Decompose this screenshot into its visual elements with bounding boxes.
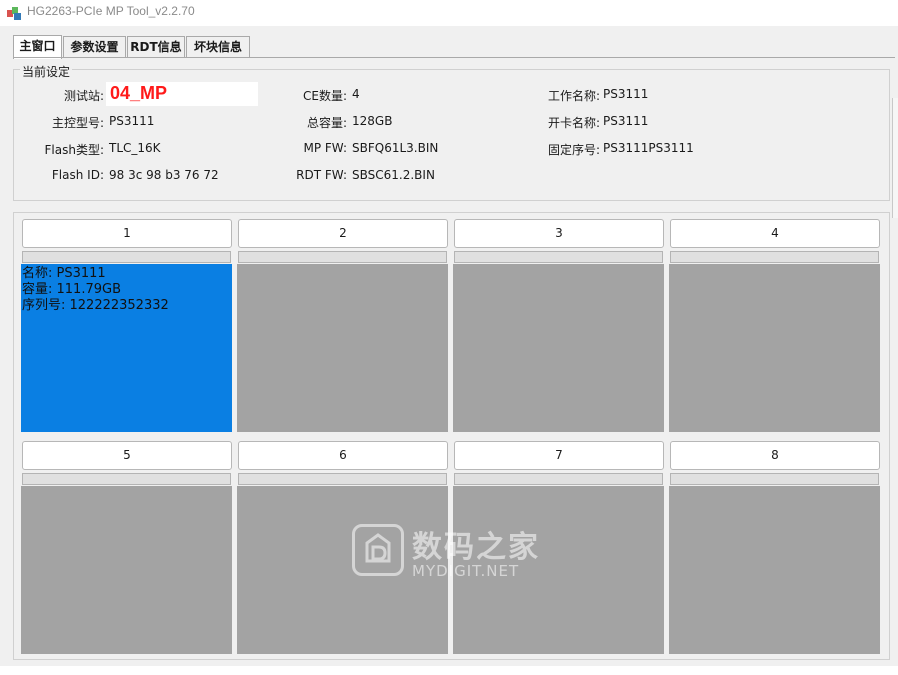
port-7-status-panel[interactable] — [453, 486, 664, 654]
port-6-button[interactable]: 6 — [238, 441, 448, 470]
current-settings-title: 当前设定 — [20, 63, 73, 80]
fixed-serial-value: PS3111PS3111 — [603, 141, 694, 155]
port-6-status-panel[interactable] — [237, 486, 448, 654]
port-1-device-name: 名称: PS3111 — [22, 266, 106, 281]
port-3-button[interactable]: 3 — [454, 219, 664, 248]
work-name-label: 工作名称: — [547, 89, 600, 103]
port-8-status-panel[interactable] — [669, 486, 880, 654]
port-4-progress-bar — [670, 251, 879, 263]
port-2-button[interactable]: 2 — [238, 219, 448, 248]
flash-type-label: Flash类型: — [44, 143, 105, 157]
station-label: 测试站: — [63, 89, 104, 103]
port-6-progress-bar — [238, 473, 447, 485]
flash-type-value: TLC_16K — [109, 141, 161, 155]
rdt-fw-value: SBSC61.2.BIN — [352, 168, 435, 182]
tab-rdt-info[interactable]: RDT信息 — [127, 36, 185, 58]
port-7-button[interactable]: 7 — [454, 441, 664, 470]
port-8-progress-bar — [670, 473, 879, 485]
port-1-progress-bar — [22, 251, 231, 263]
window-title: HG2263-PCIe MP Tool_v2.2.70 — [27, 4, 195, 18]
station-value: 04_MP — [110, 83, 168, 103]
port-5-button[interactable]: 5 — [22, 441, 232, 470]
card-name-label: 开卡名称: — [547, 116, 600, 130]
port-1-button[interactable]: 1 — [22, 219, 232, 248]
rdt-fw-label: RDT FW: — [296, 168, 347, 182]
port-7-progress-bar — [454, 473, 663, 485]
tab-main-window[interactable]: 主窗口 — [13, 35, 62, 59]
flash-id-label: Flash ID: — [51, 168, 104, 182]
title-bar: HG2263-PCIe MP Tool_v2.2.70 — [0, 0, 898, 26]
flash-id-value: 98 3c 98 b3 76 72 — [109, 168, 219, 182]
total-capacity-value: 128GB — [352, 114, 393, 128]
ce-count-label: CE数量: — [302, 89, 347, 103]
card-name-value: PS3111 — [603, 114, 649, 128]
tab-bad-block-info[interactable]: 坏块信息 — [186, 36, 250, 58]
port-2-progress-bar — [238, 251, 447, 263]
bottom-edge — [0, 666, 898, 675]
main-window: 主窗口 参数设置 RDT信息 坏块信息 当前设定 测试站: 04_MP 主控型号… — [0, 26, 898, 666]
mp-fw-value: SBFQ61L3.BIN — [352, 141, 439, 155]
port-5-status-panel[interactable] — [21, 486, 232, 654]
side-panel-edge — [892, 98, 898, 218]
port-5-progress-bar — [22, 473, 231, 485]
port-4-status-panel[interactable] — [669, 264, 880, 432]
port-1-status-panel[interactable]: 名称: PS3111 容量: 111.79GB 序列号: 12222235233… — [21, 264, 232, 432]
mp-fw-label: MP FW: — [303, 141, 347, 155]
controller-value: PS3111 — [109, 114, 155, 128]
port-1-device-serial: 序列号: 122222352332 — [22, 298, 169, 313]
port-3-status-panel[interactable] — [453, 264, 664, 432]
port-3-progress-bar — [454, 251, 663, 263]
port-2-status-panel[interactable] — [237, 264, 448, 432]
port-4-button[interactable]: 4 — [670, 219, 880, 248]
port-1-device-info: 名称: PS3111 容量: 111.79GB 序列号: 12222235233… — [22, 266, 169, 314]
controller-label: 主控型号: — [51, 116, 104, 130]
tab-strip-divider — [13, 57, 895, 58]
port-1-device-capacity: 容量: 111.79GB — [22, 282, 121, 297]
total-capacity-label: 总容量: — [306, 116, 347, 130]
fixed-serial-label: 固定序号: — [547, 143, 600, 157]
tab-parameter-settings[interactable]: 参数设置 — [63, 36, 126, 58]
ce-count-value: 4 — [352, 87, 360, 101]
work-name-value: PS3111 — [603, 87, 649, 101]
app-icon — [7, 7, 21, 20]
port-8-button[interactable]: 8 — [670, 441, 880, 470]
